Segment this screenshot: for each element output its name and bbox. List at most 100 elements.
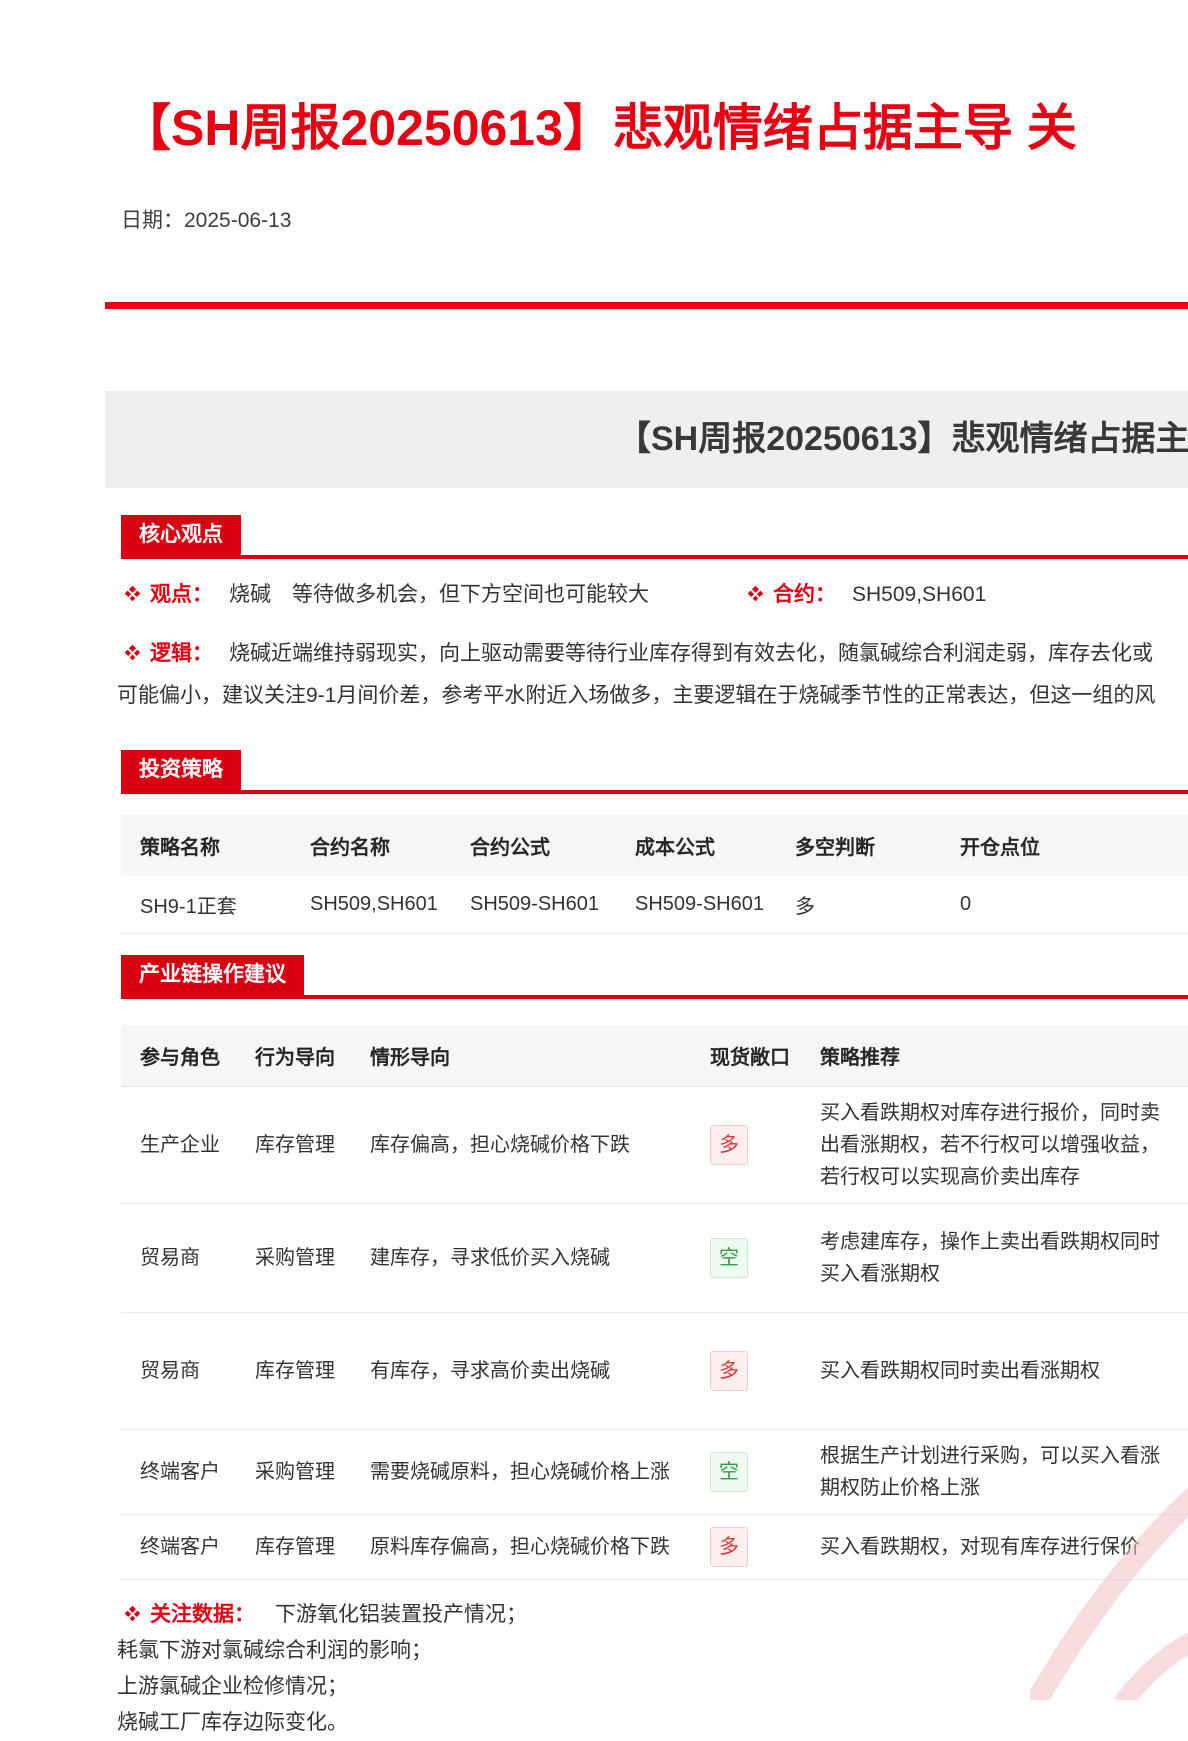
col-header-role: 参与角色 [121,1025,236,1087]
chain-table-row: 贸易商 库存管理 有库存，寻求高价卖出烧碱 多 买入看跌期权同时卖出看涨期权 [121,1313,1188,1430]
page-title: 【SH周报20250613】悲观情绪占据主导 关 [121,0,1188,156]
watch-data-first-item: 下游氧化铝装置投产情况； [275,1603,527,1626]
watch-data-label: 关注数据： [150,1603,255,1626]
cell-exposure: 空 [691,1204,801,1313]
logic-line-2: 可能偏小，建议关注9-1月间价差，参考平水附近入场做多，主要逻辑在于烧碱季节性的… [117,675,1188,717]
col-header-empty [1106,815,1188,876]
recommendation-line: 根据生产计划进行采购，可以买入看涨 [820,1440,1188,1472]
cell-role: 终端客户 [121,1430,236,1515]
chain-table-row: 终端客户 库存管理 原料库存偏高，担心烧碱价格下跌 多 买入看跌期权，对现有库存… [121,1515,1188,1580]
col-header-exposure: 现货敞口 [691,1025,801,1087]
cell-contract-formula: SH509-SH601 [451,876,616,934]
cell-scenario: 原料库存偏高，担心烧碱价格下跌 [351,1515,691,1580]
exposure-badge-long: 多 [710,1351,748,1391]
cell-strategy-name: SH9-1正套 [121,876,291,934]
section-heading-strategy: 投资策略 [121,750,241,790]
chain-table-row: 贸易商 采购管理 建库存，寻求低价买入烧碱 空 考虑建库存，操作上卖出看跌期权同… [121,1204,1188,1313]
cell-scenario: 需要烧碱原料，担心烧碱价格上涨 [351,1430,691,1515]
recommendation-line: 买入看跌期权同时卖出看涨期权 [820,1355,1188,1387]
strategy-table: 策略名称 合约名称 合约公式 成本公式 多空判断 开仓点位 SH9-1正套 SH… [121,815,1188,934]
recommendation-line: 买入看跌期权对库存进行报价，同时卖 [820,1097,1188,1129]
recommendation-line: 出看涨期权，若不行权可以增强收益， [820,1129,1188,1161]
viewpoint-label: 观点： [150,583,213,606]
viewpoint-text: 烧碱 等待做多机会，但下方空间也可能较大 [229,583,649,606]
cell-cost-formula: SH509-SH601 [616,876,776,934]
diamond-bullet-icon [125,1606,141,1622]
cell-role: 生产企业 [121,1087,236,1204]
cell-exposure: 多 [691,1313,801,1430]
banner-title: 【SH周报20250613】悲观情绪占据主导 [617,391,1188,488]
section-underline-strategy [121,790,1188,794]
cell-behavior: 采购管理 [236,1430,351,1515]
col-header-long-short: 多空判断 [776,815,941,876]
section-heading-core: 核心观点 [121,515,241,555]
col-header-scenario: 情形导向 [351,1025,691,1087]
cell-entry-point: 0 [941,876,1106,934]
section-underline-chain [121,995,1188,999]
cell-behavior: 库存管理 [236,1515,351,1580]
col-header-strategy-name: 策略名称 [121,815,291,876]
cell-recommendation: 买入看跌期权同时卖出看涨期权 [801,1313,1188,1430]
diamond-bullet-icon [125,645,141,661]
recommendation-line: 考虑建库存，操作上卖出看跌期权同时 [820,1226,1188,1258]
diamond-bullet-icon [125,586,141,602]
col-header-behavior: 行为导向 [236,1025,351,1087]
report-document: 【SH周报20250613】悲观情绪占据主导 关 日期：2025-06-13 【… [0,0,1188,1741]
col-header-cost-formula: 成本公式 [616,815,776,876]
chain-table-header-row: 参与角色 行为导向 情形导向 现货敞口 策略推荐 [121,1025,1188,1087]
cell-recommendation: 根据生产计划进行采购，可以买入看涨 期权防止价格上涨 [801,1430,1188,1515]
top-divider-rule [105,302,1188,309]
viewpoint-row: 观点： 烧碱 等待做多机会，但下方空间也可能较大 合约： SH509,SH601 [127,581,1188,609]
cell-behavior: 库存管理 [236,1313,351,1430]
watch-data-block: 关注数据： 下游氧化铝装置投产情况； 耗氯下游对氯碱综合利润的影响； 上游氯碱企业… [117,1597,1188,1741]
cell-recommendation: 考虑建库存，操作上卖出看跌期权同时 买入看涨期权 [801,1204,1188,1313]
cell-role: 贸易商 [121,1313,236,1430]
watch-data-heading-line: 关注数据： 下游氧化铝装置投产情况； [117,1597,1188,1633]
cell-role: 终端客户 [121,1515,236,1580]
cell-scenario: 有库存，寻求高价卖出烧碱 [351,1313,691,1430]
chain-advice-table: 参与角色 行为导向 情形导向 现货敞口 策略推荐 生产企业 库存管理 库存偏高，… [121,1025,1188,1580]
banner: 【SH周报20250613】悲观情绪占据主导 [105,391,1188,488]
chain-table-row: 终端客户 采购管理 需要烧碱原料，担心烧碱价格上涨 空 根据生产计划进行采购，可… [121,1430,1188,1515]
cell-recommendation: 买入看跌期权，对现有库存进行保价 [801,1515,1188,1580]
cell-recommendation: 买入看跌期权对库存进行报价，同时卖 出看涨期权，若不行权可以增强收益， 若行权可… [801,1087,1188,1204]
watch-data-item: 烧碱工厂库存边际变化。 [117,1705,1188,1741]
cell-empty [1106,876,1188,934]
exposure-badge-short: 空 [710,1452,748,1492]
recommendation-line: 若行权可以实现高价卖出库存 [820,1161,1188,1193]
exposure-badge-long: 多 [710,1527,748,1567]
cell-behavior: 库存管理 [236,1087,351,1204]
logic-paragraph: 逻辑：烧碱近端维持弱现实，向上驱动需要等待行业库存得到有效去化，随氯碱综合利润走… [117,633,1188,717]
contract-label: 合约： [773,583,836,606]
section-underline-core [121,555,1188,559]
logic-text-1: 烧碱近端维持弱现实，向上驱动需要等待行业库存得到有效去化，随氯碱综合利润走弱，库… [229,642,1153,665]
report-date: 日期：2025-06-13 [121,204,1188,234]
strategy-table-header-row: 策略名称 合约名称 合约公式 成本公式 多空判断 开仓点位 [121,815,1188,876]
cell-behavior: 采购管理 [236,1204,351,1313]
cell-role: 贸易商 [121,1204,236,1313]
contract-group: 合约： SH509,SH601 [750,581,986,609]
section-heading-chain: 产业链操作建议 [121,955,304,995]
watch-data-item: 上游氯碱企业检修情况； [117,1669,1188,1705]
cell-long-short: 多 [776,876,941,934]
diamond-bullet-icon [748,586,764,602]
watch-data-item: 耗氯下游对氯碱综合利润的影响； [117,1633,1188,1669]
cell-exposure: 空 [691,1430,801,1515]
cell-scenario: 建库存，寻求低价买入烧碱 [351,1204,691,1313]
cell-exposure: 多 [691,1515,801,1580]
cell-scenario: 库存偏高，担心烧碱价格下跌 [351,1087,691,1204]
col-header-contract-name: 合约名称 [291,815,451,876]
col-header-contract-formula: 合约公式 [451,815,616,876]
chain-table-row: 生产企业 库存管理 库存偏高，担心烧碱价格下跌 多 买入看跌期权对库存进行报价，… [121,1087,1188,1204]
recommendation-line: 期权防止价格上涨 [820,1472,1188,1504]
recommendation-line: 买入看涨期权 [820,1258,1188,1290]
contract-text: SH509,SH601 [852,583,986,606]
strategy-table-row: SH9-1正套 SH509,SH601 SH509-SH601 SH509-SH… [121,876,1188,934]
col-header-entry-point: 开仓点位 [941,815,1106,876]
cell-exposure: 多 [691,1087,801,1204]
exposure-badge-long: 多 [710,1125,748,1165]
exposure-badge-short: 空 [710,1238,748,1278]
col-header-recommendation: 策略推荐 [801,1025,1188,1087]
cell-contract-name: SH509,SH601 [291,876,451,934]
logic-line-1: 逻辑：烧碱近端维持弱现实，向上驱动需要等待行业库存得到有效去化，随氯碱综合利润走… [117,633,1188,675]
